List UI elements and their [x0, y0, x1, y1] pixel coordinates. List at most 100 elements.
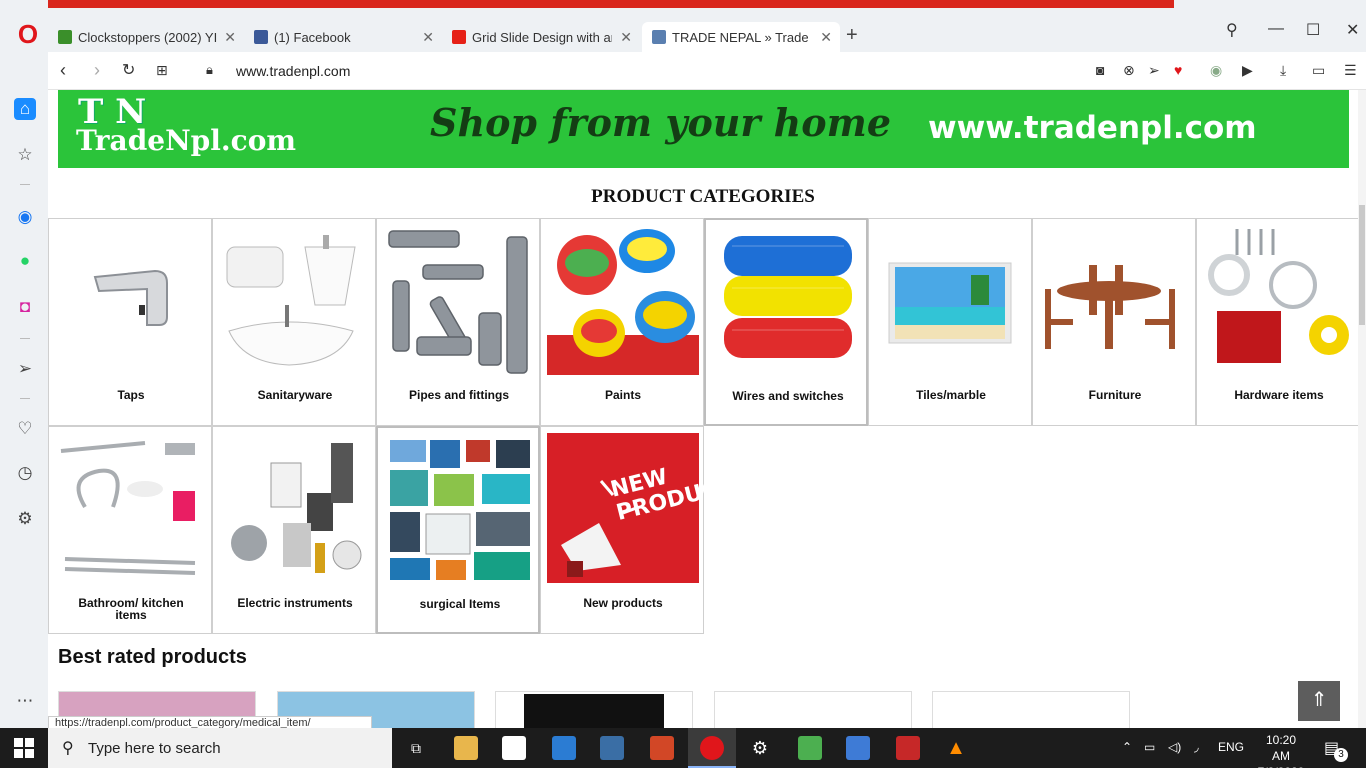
category-wires[interactable]: Wires and switches [704, 218, 868, 426]
task-view-icon[interactable]: ⧉ [404, 736, 428, 760]
mail-icon[interactable] [552, 736, 576, 760]
product-card[interactable] [495, 691, 693, 728]
heart-icon[interactable]: ♥ [1174, 62, 1182, 78]
player-icon[interactable]: ▶ [1242, 62, 1253, 79]
settings-icon[interactable]: ⚙ [748, 736, 772, 760]
send-icon[interactable]: ➢ [1148, 62, 1160, 79]
electric-instruments-image [231, 443, 362, 573]
tray-battery-icon[interactable]: ▭ [1144, 740, 1155, 754]
category-label: Electric instruments [237, 596, 353, 610]
tradenepal-favicon-icon [652, 30, 666, 44]
url-field[interactable]: www.tradenpl.com [236, 63, 350, 79]
category-label: Bathroom/ kitchen items [78, 596, 184, 622]
easy-setup-icon[interactable]: ☰ [1344, 62, 1357, 79]
category-label: Paints [604, 388, 641, 402]
utorrent-icon[interactable] [798, 736, 822, 760]
app-icon[interactable] [896, 736, 920, 760]
tab-clockstoppers[interactable]: Clockstoppers (2002) YIFY ✕ [48, 22, 244, 52]
tray-chevron-icon[interactable]: ⌃ [1122, 740, 1132, 754]
category-bathroom-kitchen[interactable]: Bathroom/ kitchen items [48, 426, 212, 634]
back-icon[interactable]: ‹ [60, 60, 66, 81]
tab-search-icon[interactable]: ⚲ [1226, 20, 1238, 40]
category-new-products[interactable]: NEW PRODUCT New products [540, 426, 736, 634]
scroll-to-top-button[interactable]: ⇑ [1298, 681, 1340, 721]
tab-trade-nepal[interactable]: TRADE NEPAL » Trade nepal ✕ [642, 22, 840, 52]
product-card[interactable] [932, 691, 1130, 728]
clock-time: 10:20 AM [1265, 733, 1297, 763]
personal-news-heart-icon[interactable]: ♡ [14, 418, 36, 440]
snapshot-icon[interactable]: ◙ [1096, 62, 1104, 78]
category-label: Wires and switches [732, 389, 844, 403]
category-furniture[interactable]: Furniture [1032, 218, 1196, 426]
network-app-icon[interactable] [600, 736, 624, 760]
best-rated-heading: Best rated products [58, 646, 247, 668]
windows-start-icon[interactable] [14, 738, 34, 758]
photos-icon[interactable] [846, 736, 870, 760]
sanitaryware-image [226, 235, 356, 366]
tab-youtube[interactable]: Grid Slide Design with an In ✕ [442, 22, 640, 52]
site-banner[interactable]: T N TradeNpl.com Shop from your home www… [58, 90, 1349, 168]
tray-volume-icon[interactable]: ◁) [1168, 740, 1181, 754]
maximize-icon[interactable]: ☐ [1306, 20, 1320, 40]
category-sanitaryware[interactable]: Sanitaryware [212, 218, 376, 426]
close-tab-icon[interactable]: ✕ [620, 29, 632, 46]
scrollbar-thumb[interactable] [1359, 205, 1365, 325]
category-pipes[interactable]: Pipes and fittings [376, 218, 540, 426]
category-surgical[interactable]: surgical Items [376, 426, 540, 634]
store-icon[interactable] [502, 736, 526, 760]
close-tab-icon[interactable]: ✕ [224, 29, 236, 46]
new-tab-plus-icon[interactable]: + [846, 24, 858, 47]
page-scrollbar[interactable] [1358, 90, 1366, 728]
battery-icon[interactable]: ▭ [1312, 62, 1325, 79]
taskbar-search-box[interactable]: ⚲ Type here to search [48, 728, 392, 768]
category-hardware[interactable]: Hardware items [1196, 218, 1358, 426]
history-clock-icon[interactable]: ◷ [14, 462, 36, 484]
facebook-favicon-icon [254, 30, 268, 44]
hardware-items-image [1208, 229, 1349, 363]
sidebar-divider [20, 338, 30, 339]
download-icon[interactable]: ⤓ [1280, 62, 1286, 79]
opera-menu-icon[interactable]: O [14, 20, 42, 48]
tab-facebook[interactable]: (1) Facebook ✕ [244, 22, 442, 52]
sidebar-divider [20, 398, 30, 399]
tabs-grid-icon[interactable]: ⊞ [156, 62, 168, 79]
powerpoint-icon[interactable] [650, 736, 674, 760]
home-icon[interactable]: ⌂ [14, 98, 36, 120]
flow-send-icon[interactable]: ➢ [14, 358, 36, 380]
adblock-icon[interactable]: ⊗ [1123, 62, 1135, 79]
messenger-icon[interactable]: ◉ [14, 206, 36, 228]
category-electric[interactable]: Electric instruments [212, 426, 376, 634]
vpn-icon[interactable]: ◉ [1210, 62, 1222, 79]
sidebar: ⌂ ☆ ◉ ● ◘ ➢ ♡ ◷ ⚙ ⋯ [0, 52, 48, 728]
close-window-icon[interactable]: ✕ [1346, 20, 1359, 40]
category-tiles[interactable]: Tiles/marble [868, 218, 1032, 426]
product-card[interactable] [714, 691, 912, 728]
category-taps[interactable]: Taps [48, 218, 212, 426]
lock-icon[interactable]: 🔒︎ [206, 62, 213, 78]
close-tab-icon[interactable]: ✕ [422, 29, 434, 46]
search-icon: ⚲ [62, 740, 74, 757]
taskbar-clock[interactable]: 10:20 AM 7/8/2020 [1256, 732, 1306, 780]
tab-title: Grid Slide Design with an In [472, 29, 612, 45]
reload-icon[interactable]: ↻ [122, 60, 135, 80]
forward-icon[interactable]: › [94, 60, 100, 81]
yify-favicon-icon [58, 30, 72, 44]
close-tab-icon[interactable]: ✕ [820, 29, 832, 46]
vlc-icon[interactable]: ▲ [944, 736, 968, 760]
tray-language[interactable]: ENG [1218, 740, 1244, 754]
minimize-icon[interactable]: — [1268, 20, 1284, 38]
category-label: Hardware items [1234, 388, 1324, 402]
settings-gear-icon[interactable]: ⚙ [14, 508, 36, 530]
paint-buckets-image [547, 229, 699, 375]
category-label: Sanitaryware [257, 388, 333, 402]
whatsapp-icon[interactable]: ● [14, 250, 36, 272]
file-explorer-icon[interactable] [454, 736, 478, 760]
category-label: surgical Items [419, 597, 501, 611]
tray-network-icon[interactable]: ◞ [1194, 740, 1199, 754]
window-sea-tile-image [888, 262, 1012, 344]
opera-taskbar-button[interactable] [688, 728, 736, 768]
more-dots-icon[interactable]: ⋯ [14, 690, 36, 712]
instagram-icon[interactable]: ◘ [14, 296, 36, 318]
bookmarks-star-icon[interactable]: ☆ [14, 144, 36, 166]
category-paints[interactable]: Paints [540, 218, 704, 426]
